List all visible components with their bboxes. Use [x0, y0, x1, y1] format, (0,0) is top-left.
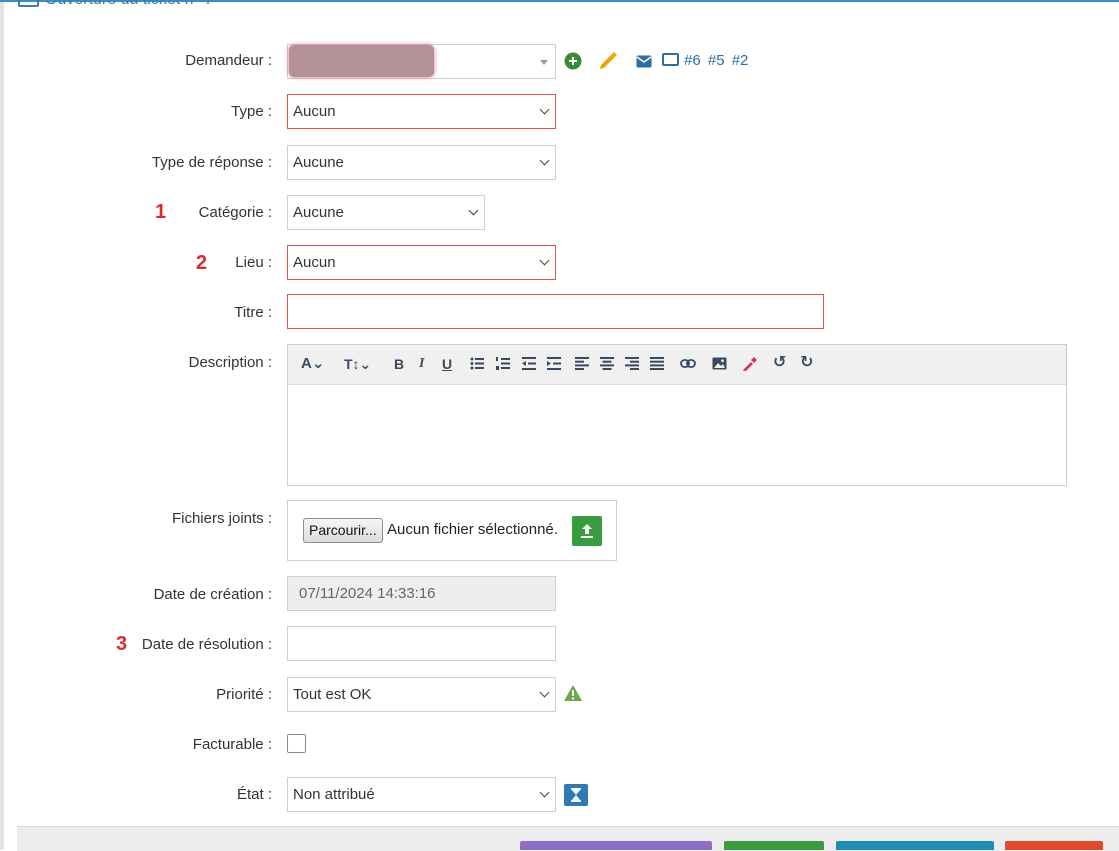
- ticket-icon: [662, 53, 679, 66]
- bold-icon[interactable]: B: [394, 356, 404, 372]
- footer-button[interactable]: [836, 841, 994, 850]
- response-type-select[interactable]: Aucune: [287, 145, 556, 180]
- priority-label: Priorité :: [216, 686, 272, 703]
- location-label: Lieu :: [235, 254, 272, 271]
- response-type-label: Type de réponse :: [151, 154, 272, 171]
- category-select[interactable]: Aucune: [287, 195, 485, 230]
- font-size-icon[interactable]: T↕⌄: [344, 356, 371, 372]
- chevron-down-icon: [539, 787, 550, 798]
- image-icon[interactable]: [712, 357, 727, 370]
- warning-icon: [564, 685, 582, 701]
- chevron-down-icon: [539, 255, 550, 266]
- upload-icon: [581, 524, 593, 538]
- chevron-down-icon: [539, 104, 550, 115]
- justify-icon[interactable]: [650, 357, 664, 370]
- state-select[interactable]: Non attribué: [287, 777, 556, 812]
- page-frame: [0, 0, 4, 850]
- type-select[interactable]: Aucun: [287, 94, 556, 129]
- align-left-icon[interactable]: [575, 357, 589, 370]
- state-label: État :: [236, 786, 272, 803]
- editor-toolbar: A⌄ T↕⌄ B I U ↺ ↻: [288, 345, 1066, 385]
- chevron-down-icon: [539, 687, 550, 698]
- upload-button[interactable]: [572, 516, 602, 546]
- edit-pencil-icon[interactable]: [597, 50, 619, 70]
- description-label: Description :: [188, 354, 272, 371]
- created-date-field: 07/11/2024 14:33:16: [287, 576, 556, 611]
- description-editor: A⌄ T↕⌄ B I U ↺ ↻: [287, 344, 1067, 486]
- title-label: Titre :: [234, 304, 272, 321]
- redo-icon[interactable]: ↻: [800, 355, 813, 371]
- browse-button[interactable]: Parcourir...: [303, 518, 383, 543]
- previous-tickets: #6 #5 #2: [662, 52, 751, 69]
- type-label: Type :: [231, 103, 272, 120]
- ticket-link[interactable]: #5: [708, 52, 725, 69]
- attachments-box: Parcourir... Aucun fichier sélectionné.: [287, 500, 617, 561]
- italic-icon[interactable]: I: [419, 356, 424, 372]
- footer-button[interactable]: [520, 841, 712, 850]
- ticket-link[interactable]: #2: [732, 52, 749, 69]
- priority-select[interactable]: Tout est OK: [287, 677, 556, 712]
- underline-icon[interactable]: U: [442, 356, 452, 372]
- requester-label: Demandeur :: [185, 52, 272, 69]
- color-picker-icon[interactable]: [742, 356, 757, 371]
- billable-label: Facturable :: [192, 736, 272, 753]
- chevron-down-icon: [539, 155, 550, 166]
- page-title: Ouverture du ticket n° 7: [18, 0, 213, 9]
- created-date-label: Date de création :: [153, 586, 272, 603]
- ticket-link[interactable]: #6: [684, 52, 701, 69]
- chevron-down-icon: [468, 205, 479, 216]
- add-requester-icon[interactable]: [564, 52, 582, 70]
- indent-icon[interactable]: [547, 357, 561, 370]
- billable-checkbox[interactable]: [287, 734, 306, 753]
- step-marker-3: 3: [116, 633, 128, 655]
- link-icon[interactable]: [680, 357, 696, 370]
- redacted-requester: [289, 45, 434, 77]
- resolution-date-label: Date de résolution :: [141, 636, 272, 653]
- title-input[interactable]: [287, 294, 824, 329]
- step-marker-2: 2: [196, 252, 208, 274]
- footer-button[interactable]: [1005, 841, 1103, 850]
- align-center-icon[interactable]: [600, 357, 614, 370]
- hourglass-icon: [564, 784, 588, 806]
- step-marker-1: 1: [155, 201, 167, 223]
- attachments-label: Fichiers joints :: [171, 510, 272, 527]
- numbered-list-icon[interactable]: [496, 357, 510, 370]
- font-family-icon[interactable]: A⌄: [301, 356, 324, 372]
- align-right-icon[interactable]: [625, 357, 639, 370]
- envelope-icon[interactable]: [636, 55, 652, 68]
- file-status: Aucun fichier sélectionné.: [387, 521, 558, 538]
- outdent-icon[interactable]: [522, 357, 536, 370]
- location-select[interactable]: Aucun: [287, 245, 556, 280]
- category-label: Catégorie :: [198, 204, 272, 221]
- footer-button[interactable]: [724, 841, 824, 850]
- description-textarea[interactable]: [288, 385, 1066, 485]
- undo-icon[interactable]: ↺: [773, 355, 786, 371]
- ticket-icon: [18, 0, 39, 8]
- bullet-list-icon[interactable]: [470, 357, 484, 370]
- resolution-date-input[interactable]: [287, 626, 556, 661]
